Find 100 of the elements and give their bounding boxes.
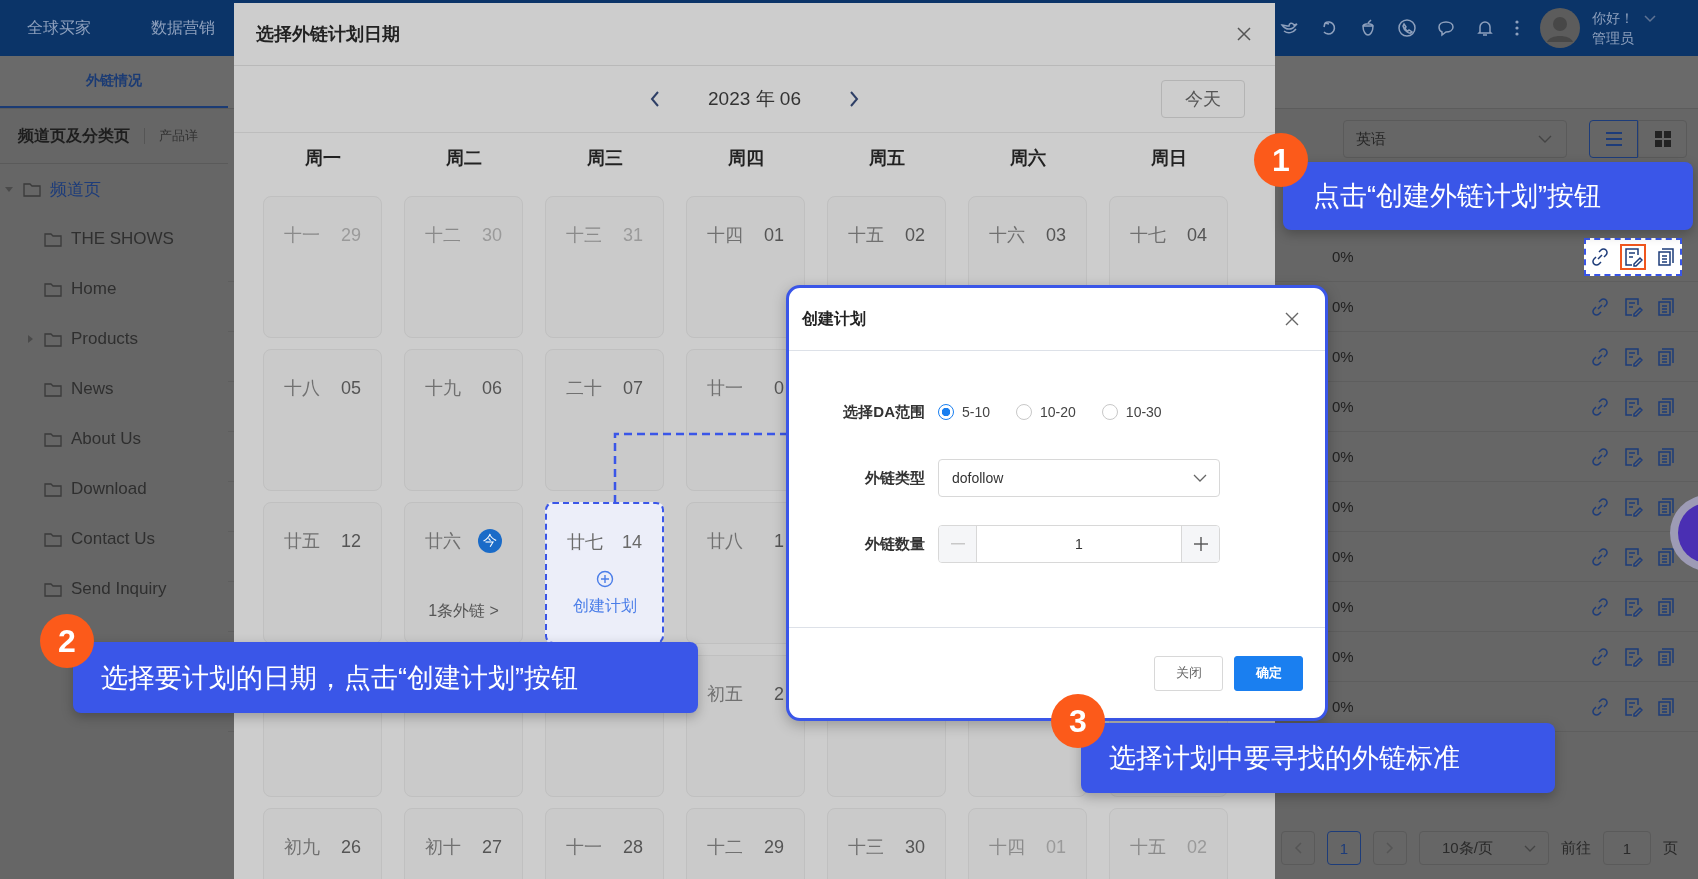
close-icon[interactable] [1237,27,1251,41]
chevron-down-icon [1538,135,1552,143]
folder-icon [44,431,62,447]
day-cell[interactable]: 十一 28 [545,808,664,879]
day-number: 26 [340,836,361,858]
field-label: 外链数量 [864,534,926,554]
radio-option[interactable]: 5-10 [938,404,991,420]
bell-icon[interactable] [1475,18,1495,38]
day-number: 28 [622,836,643,858]
day-number: 01 [763,224,784,246]
table-cell: 0% [1332,298,1354,315]
copy-icon[interactable] [1656,546,1676,567]
day-number: 30 [904,836,925,858]
weekday-label: 周六 [1008,147,1047,170]
table-cell: 0% [1332,348,1354,365]
nav-item[interactable]: 全球买家 [27,17,91,39]
assistant-icon[interactable] [1668,494,1698,572]
table-cell: 0% [1332,698,1354,715]
language-select[interactable]: 英语 [1343,120,1567,158]
grid-icon [1654,131,1671,147]
previous-month-icon[interactable] [650,91,660,107]
folder-icon [44,481,62,497]
day-cell[interactable]: 初十 27 [404,808,523,879]
folder-icon [44,581,62,597]
table-cell: 0% [1332,248,1354,265]
day-cell[interactable]: 十九 06 [404,349,523,491]
day-number: 07 [622,377,643,399]
day-cell[interactable]: 十八 05 [263,349,382,491]
create-plan-button[interactable]: 创建计划 [572,570,637,617]
lunar-date: 十三 [848,836,884,859]
copy-icon[interactable] [1656,246,1676,267]
day-cell[interactable]: 廿六 今 1条外链 > [404,502,523,644]
chat-icon[interactable] [1436,18,1456,38]
step-number: 2 [40,614,94,668]
weekday-label: 周一 [303,147,342,170]
weekday-label: 周三 [585,147,624,170]
day-cell[interactable]: 十二 29 [686,808,805,879]
table-cell: 0% [1332,498,1354,515]
tree-item[interactable]: Products [0,314,228,364]
day-cell[interactable]: 廿五 12 [263,502,382,644]
lunar-date: 十四 [707,224,743,247]
close-icon[interactable] [1285,312,1299,326]
caret-icon[interactable] [4,184,14,194]
edit-icon[interactable] [1623,246,1643,267]
lunar-date: 初十 [425,836,461,859]
lunar-date: 十四 [989,836,1025,859]
lunar-date: 廿七 [567,531,603,554]
lunar-date: 廿五 [284,530,320,553]
avatar[interactable] [1540,8,1580,48]
link-count[interactable]: 1条外链 > [428,601,499,622]
folder-icon [44,381,62,397]
close-button[interactable]: 关闭 [1154,655,1223,691]
folder-icon [44,281,62,297]
caret-icon[interactable] [25,334,35,344]
lunar-date: 廿六 [425,530,461,553]
list-icon [1605,132,1622,146]
plus-circle-icon [595,570,614,588]
link-icon[interactable] [1590,246,1610,267]
lunar-date: 十五 [848,224,884,247]
folder-icon [44,231,62,247]
tree-item[interactable]: Download [0,464,228,514]
caret-icon[interactable] [1644,15,1656,23]
today-button[interactable]: 今天 [1161,80,1245,118]
page-size-select[interactable]: 10条/页 [1419,831,1549,865]
lunar-date: 廿一 [707,377,743,400]
tree-item[interactable]: News [0,364,228,414]
lunar-date: 十二 [707,836,743,859]
lunar-date: 十一 [566,836,602,859]
today-badge: 今 [478,529,502,553]
more-icon[interactable] [1514,18,1520,38]
lunar-date: 十三 [566,224,602,247]
radio-option[interactable]: 10-20 [1016,404,1076,420]
nav-item[interactable]: 数据营销 [151,17,215,39]
tree-item[interactable]: Send Inquiry [0,564,228,614]
day-number: 29 [763,836,784,858]
lunar-date: 十二 [425,224,461,247]
grid-view-button[interactable] [1638,120,1687,158]
lunar-date: 十六 [989,224,1025,247]
radio-option[interactable]: 10-30 [1101,404,1162,420]
lunar-date: 二十 [566,377,602,400]
phone-icon[interactable] [1397,18,1417,38]
next-month-icon[interactable] [849,91,859,107]
page-suffix: 页 [1663,838,1678,858]
page-input[interactable]: 1 [1603,831,1651,865]
chevron-down-icon [1524,844,1536,852]
weekday-label: 周二 [444,147,483,170]
day-number: 0 [774,377,784,399]
link-type-select[interactable]: dofollow [938,459,1220,497]
day-number: 14 [621,531,642,553]
day-cell[interactable]: 二十 07 [545,349,664,491]
lunar-date: 初五 [707,683,743,706]
list-view-button[interactable] [1589,120,1638,158]
table-cell: 0% [1332,448,1354,465]
confirm-button[interactable]: 确定 [1234,655,1303,691]
day-cell[interactable]: 廿七 14 创建计划 [545,502,664,644]
field-label: 外链类型 [864,468,926,488]
day-cell[interactable]: 初九 26 [263,808,382,879]
table-cell: 0% [1332,398,1354,415]
day-number: 1 [774,530,784,552]
day-cell[interactable]: 十三 30 [827,808,946,879]
